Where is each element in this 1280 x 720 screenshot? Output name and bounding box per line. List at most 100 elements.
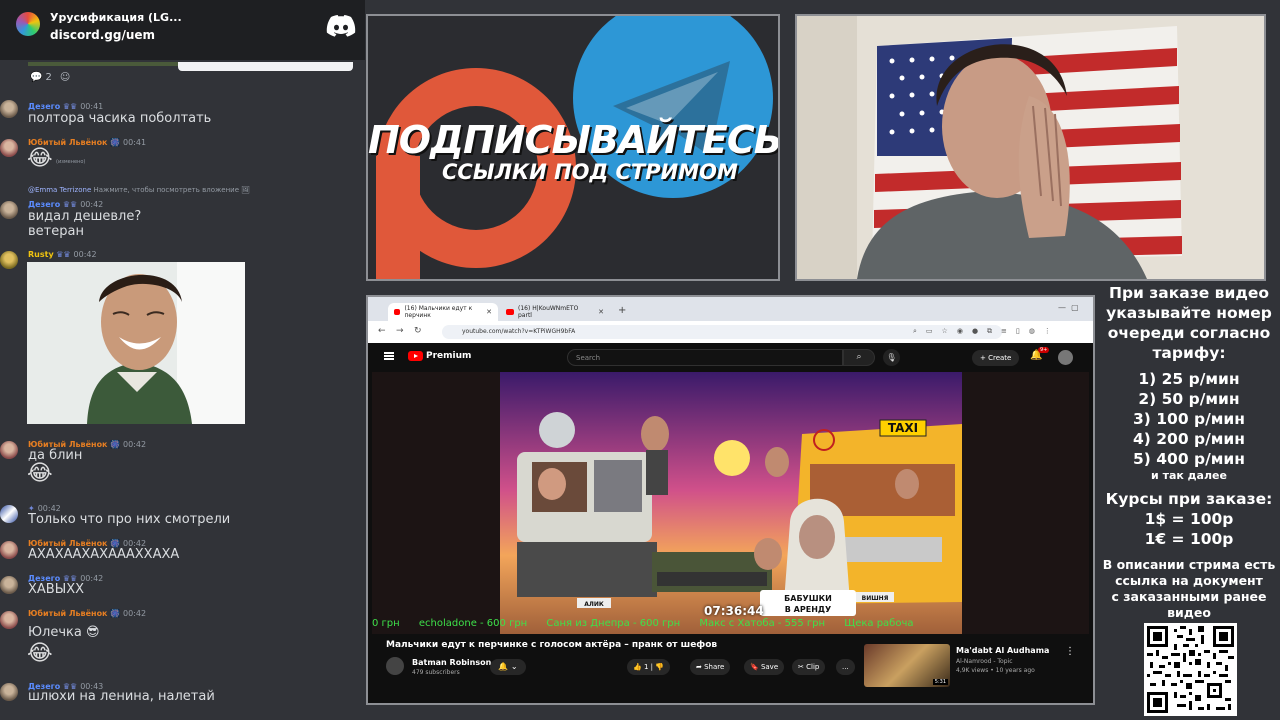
- kebab-menu-icon[interactable]: ⋮: [1065, 646, 1075, 657]
- more-actions-button[interactable]: ...: [836, 659, 855, 675]
- close-icon[interactable]: ✕: [486, 308, 492, 316]
- avatar[interactable]: [0, 683, 18, 701]
- window-controls[interactable]: — ▢: [1058, 303, 1079, 312]
- hamburger-menu-icon[interactable]: [384, 352, 394, 360]
- search-input[interactable]: Search: [567, 349, 843, 366]
- avatar[interactable]: [0, 139, 18, 157]
- reaction-pill[interactable]: 💬 2: [30, 72, 52, 83]
- username[interactable]: Юбитый Львёнок: [28, 609, 108, 618]
- avatar[interactable]: [0, 611, 18, 629]
- image-icon: 🖼: [241, 186, 251, 194]
- add-reaction-icon[interactable]: ☺: [60, 72, 70, 83]
- rate-item: 1$ = 100р: [1144, 510, 1234, 528]
- timestamp: 00:41: [123, 138, 147, 147]
- channel-name[interactable]: Batman Robinson: [412, 658, 491, 667]
- chat-header: Урусификация (LG... discord.gg/uem: [0, 0, 365, 60]
- clip-button[interactable]: ✂ Clip: [792, 659, 826, 675]
- tab-title: (16) Мальчики едут к перчинк: [404, 305, 473, 319]
- rates-title: Курсы при заказе:: [1105, 490, 1273, 508]
- account-avatar[interactable]: [1058, 350, 1073, 365]
- browser-tab[interactable]: (16) H|KouWNmETO partl ✕: [500, 303, 610, 321]
- share-button[interactable]: ➦ Share: [690, 659, 731, 675]
- info-heading: тарифу:: [1152, 344, 1226, 362]
- username[interactable]: Rusty: [28, 250, 54, 259]
- username[interactable]: Дезего: [28, 102, 60, 111]
- message-text: полтора часика поболтать: [28, 111, 212, 126]
- reaction-bar[interactable]: 💬 2 ☺: [30, 72, 70, 83]
- voice-search-button[interactable]: 🎙: [883, 349, 900, 366]
- avatar[interactable]: [0, 541, 18, 559]
- avatar[interactable]: [0, 100, 18, 118]
- rate-item: 1€ = 100р: [1144, 530, 1234, 548]
- recommended-thumbnail[interactable]: 5:31: [864, 644, 950, 687]
- description-note: ссылка на документ: [1115, 573, 1263, 588]
- embed-strip: [28, 62, 178, 66]
- speech-bubble-icon: 💬: [30, 72, 43, 83]
- avatar[interactable]: [0, 201, 18, 219]
- clip-label: Clip: [806, 663, 820, 671]
- username[interactable]: Дезего: [28, 200, 60, 209]
- info-heading: При заказе видео: [1108, 284, 1270, 302]
- timestamp: 00:42: [123, 609, 147, 618]
- timestamp: 00:42: [73, 250, 97, 259]
- message-text: шлюхи на ленина, налетай: [28, 689, 215, 704]
- kebab-menu-icon[interactable]: ⋮: [1044, 327, 1051, 336]
- create-button[interactable]: + Create: [972, 350, 1020, 366]
- timestamp: 00:42: [123, 440, 147, 449]
- reply-mention[interactable]: @Emma Terrizone: [28, 186, 91, 194]
- forward-icon[interactable]: →: [396, 326, 404, 336]
- stream-overlay: Урусификация (LG... discord.gg/uem 💬 2 ☺ …: [0, 0, 1280, 720]
- zoom-icon[interactable]: ⌕: [913, 327, 917, 336]
- search-button[interactable]: ⌕: [843, 349, 875, 366]
- channel-avatar[interactable]: [386, 657, 404, 675]
- profile-icon[interactable]: ◍: [1029, 327, 1035, 336]
- puzzle-icon[interactable]: ⧉: [987, 327, 992, 336]
- tariff-item: 3) 100 р/мин: [1132, 410, 1245, 428]
- description-note: В описании стрима есть: [1102, 557, 1276, 572]
- attached-image[interactable]: [27, 262, 245, 424]
- babushki-caption-2: В АРЕНДУ: [785, 605, 831, 614]
- browser-tab[interactable]: (16) Мальчики едут к перчинк ✕: [388, 303, 498, 321]
- close-icon[interactable]: ✕: [598, 308, 604, 316]
- description-note: с заказанными ранее: [1111, 589, 1267, 604]
- youtube-premium-label: Premium: [426, 351, 472, 361]
- recommended-channel[interactable]: Al-Namrood - Topic: [956, 658, 1013, 665]
- message-text-content: Юлечка: [28, 625, 82, 640]
- cast-icon[interactable]: ▭: [926, 327, 933, 336]
- laughing-emoji-icon: 😂: [27, 641, 53, 666]
- save-button[interactable]: 🔖 Save: [744, 659, 785, 675]
- avatar[interactable]: [0, 251, 18, 269]
- reload-icon[interactable]: ↻: [414, 326, 422, 336]
- save-icon: 🔖: [750, 663, 759, 671]
- sidebar-icon[interactable]: ▯: [1016, 327, 1020, 336]
- back-icon[interactable]: ←: [378, 326, 386, 336]
- reply-preview[interactable]: @Emma Terrizone Нажмите, чтобы посмотрет…: [28, 186, 250, 194]
- tab-title: (16) H|KouWNmETO partl: [518, 305, 579, 319]
- duration-badge: 5:31: [932, 679, 948, 685]
- youtube-logo[interactable]: Premium: [408, 351, 471, 361]
- save-label: Save: [760, 663, 779, 671]
- extension-icon[interactable]: ◉: [957, 327, 963, 336]
- avatar[interactable]: [0, 441, 18, 459]
- recommended-title[interactable]: Ma'dabt Al Audhama: [956, 646, 1049, 655]
- server-icon[interactable]: [16, 12, 40, 36]
- message-text: ХАВЫХХ: [28, 582, 84, 597]
- reaction-count: 2: [45, 72, 52, 83]
- avatar[interactable]: [0, 576, 18, 594]
- playlist-icon[interactable]: ≡: [1001, 327, 1007, 336]
- qr-code[interactable]: [1144, 623, 1237, 716]
- tariff-item: 1) 25 р/мин: [1138, 370, 1240, 388]
- extension-toolbar: ⌕ ▭ ☆ ◉ ● ⧉ ≡ ▯ ◍ ⋮: [913, 327, 1051, 336]
- badge-icon: 🎆: [110, 138, 121, 147]
- youtube-header: Premium Search ⌕ 🎙 + Create 🔔 9+: [368, 343, 1093, 371]
- extension-icon[interactable]: ●: [972, 327, 978, 336]
- subscription-bell-button[interactable]: 🔔 ⌄: [490, 659, 526, 675]
- video-player[interactable]: TAXI БАБУШКИ В АРЕНДУ АЛИК ВИШНЯ 07:36:4…: [372, 372, 1089, 634]
- invite-link[interactable]: discord.gg/uem: [50, 28, 155, 42]
- star-icon[interactable]: ☆: [942, 327, 948, 336]
- video-frame: TAXI БАБУШКИ В АРЕНДУ АЛИК ВИШНЯ: [372, 372, 1089, 634]
- laughing-emoji-icon: 😂: [27, 461, 53, 486]
- avatar[interactable]: [0, 505, 18, 523]
- like-button[interactable]: 👍 1 | 👎: [627, 659, 670, 675]
- new-tab-button[interactable]: +: [618, 305, 626, 316]
